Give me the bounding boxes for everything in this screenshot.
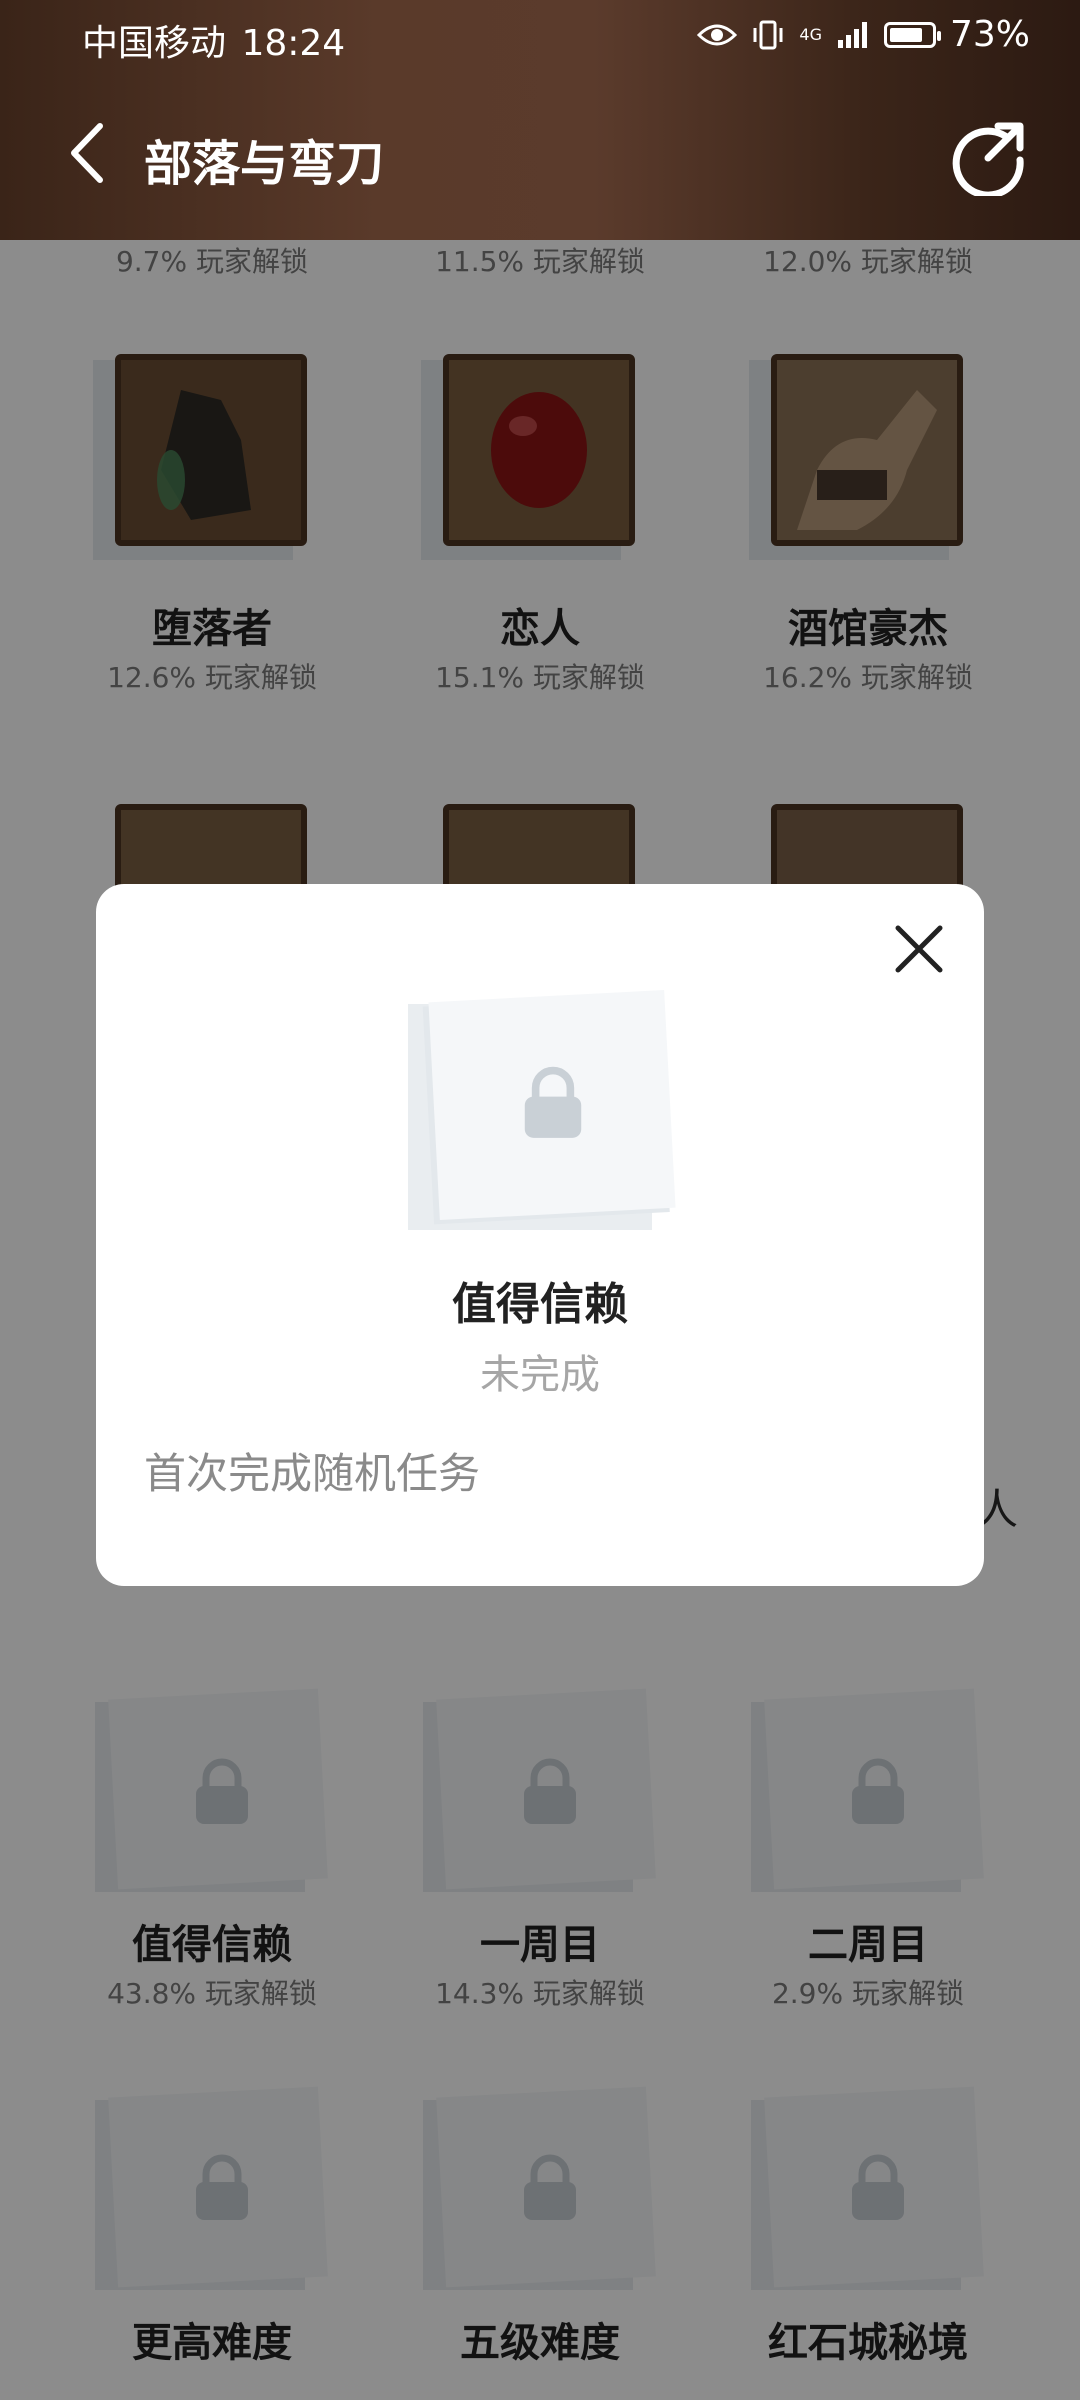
vibrate-icon bbox=[753, 20, 783, 49]
status-icons: 4G 73% bbox=[697, 14, 1030, 55]
dialog-title: 值得信赖 bbox=[452, 1279, 628, 1330]
battery-icon bbox=[883, 21, 941, 48]
back-arrow-icon[interactable] bbox=[60, 118, 116, 188]
status-bar: 中国移动 18:24 4G 73% bbox=[0, 0, 1080, 76]
close-icon[interactable] bbox=[884, 914, 954, 984]
app-header: 中国移动 18:24 4G 73% 部落与弯刀 bbox=[0, 0, 1080, 240]
share-icon[interactable] bbox=[950, 116, 1030, 196]
lock-icon bbox=[524, 1066, 582, 1138]
clock: 18:24 bbox=[241, 23, 346, 64]
status-carrier-time: 中国移动 18:24 bbox=[82, 14, 345, 66]
signal-icon bbox=[837, 21, 867, 48]
achievement-detail-dialog: 值得信赖 未完成 首次完成随机任务 bbox=[96, 884, 984, 1586]
page-title: 部落与弯刀 bbox=[144, 136, 385, 192]
eye-icon bbox=[697, 24, 738, 45]
dialog-status: 未完成 bbox=[480, 1352, 600, 1398]
network-type: 4G bbox=[799, 24, 822, 44]
battery-percent: 73% bbox=[949, 14, 1030, 55]
dialog-description: 首次完成随机任务 bbox=[144, 1449, 481, 1498]
carrier-name: 中国移动 bbox=[82, 23, 227, 64]
